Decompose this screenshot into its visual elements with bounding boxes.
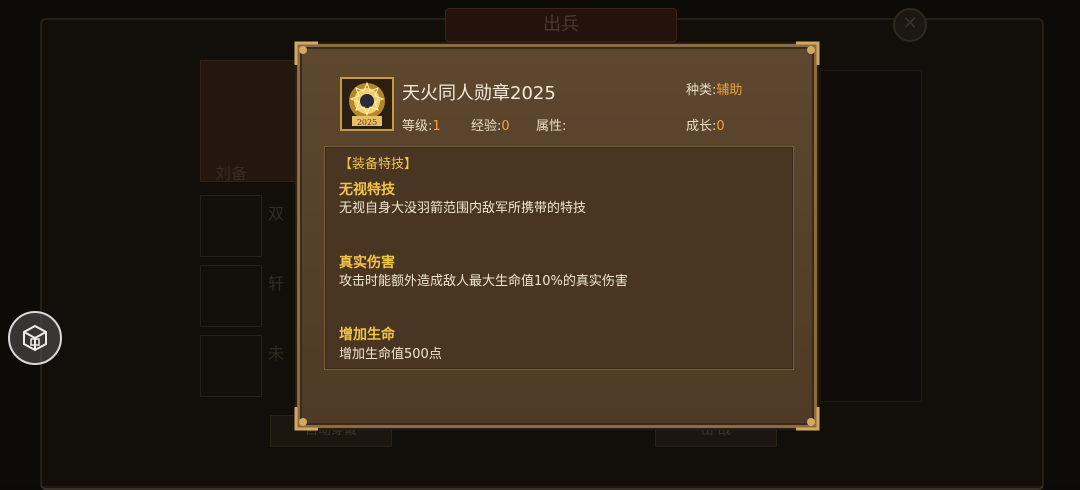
exp-value: 0 [501, 119, 510, 134]
skill-name: 增加生命 [339, 327, 395, 343]
ornament-corner-icon [294, 407, 318, 431]
skill-name: 无视特技 [339, 182, 395, 198]
ornament-corner-icon [294, 41, 318, 65]
equip-skills-panel: 【装备特技】 无视特技 无视自身大没羽箭范围内敌军所携带的特技 真实伤害 攻击时… [324, 146, 794, 370]
ornament-corner-icon [796, 407, 820, 431]
item-attr: 属性: [536, 115, 566, 134]
level-value: 1 [432, 119, 441, 134]
skill-name: 真实伤害 [339, 255, 395, 271]
item-name: 天火同人勋章2025 [402, 83, 556, 104]
skill-desc: 无视自身大没羽箭范围内敌军所携带的特技 [339, 201, 587, 216]
growth-label: 成长: [686, 119, 717, 134]
item-kind: 种类:辅助 [686, 79, 742, 98]
treasure-box-icon[interactable] [8, 311, 62, 365]
exp-label: 经验: [471, 119, 502, 134]
kind-value: 辅助 [716, 83, 743, 98]
skill-desc: 攻击时能额外造成敌人最大生命值10%的真实伤害 [339, 274, 628, 289]
item-growth: 成长:0 [686, 115, 725, 134]
skills-section-title: 【装备特技】 [339, 157, 418, 172]
attr-label: 属性: [536, 119, 567, 134]
level-label: 等级: [402, 119, 433, 134]
skill-desc: 增加生命值500点 [339, 347, 442, 362]
item-level: 等级:1 [402, 115, 441, 134]
medal-year: 2025 [357, 118, 377, 127]
medal-icon: 2025 [340, 77, 394, 131]
growth-value: 0 [716, 119, 725, 134]
kind-label: 种类: [686, 83, 717, 98]
item-detail-popup: 2025 天火同人勋章2025 种类:辅助 等级:1 经验:0 属性: 成长:0… [294, 41, 820, 431]
ornament-corner-icon [796, 41, 820, 65]
item-exp: 经验:0 [471, 115, 510, 134]
